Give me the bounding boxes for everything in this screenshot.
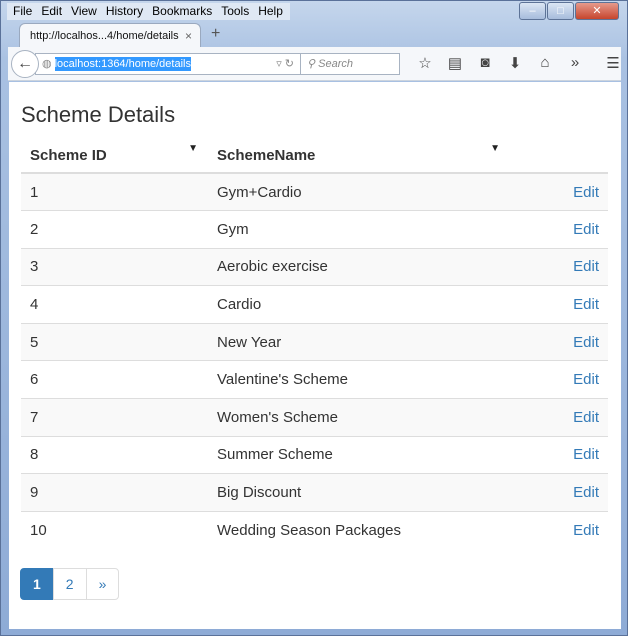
scheme-id-cell: 10 bbox=[21, 510, 208, 549]
hamburger-menu-icon[interactable]: ☰ bbox=[598, 54, 628, 72]
filter-icon[interactable]: ▼ bbox=[490, 143, 500, 154]
scheme-name-cell: Women's Scheme bbox=[208, 398, 548, 437]
edit-link[interactable]: Edit bbox=[548, 172, 608, 211]
column-header-scheme-name[interactable]: SchemeName ▼ bbox=[208, 134, 548, 174]
globe-icon: ◍ bbox=[42, 58, 52, 70]
menu-help[interactable]: Help bbox=[254, 3, 288, 20]
scheme-name-cell: Gym bbox=[208, 210, 548, 249]
browser-tab[interactable]: http://localhos...4/home/details × bbox=[19, 23, 201, 48]
edit-link[interactable]: Edit bbox=[548, 210, 608, 249]
maximize-button[interactable]: □ bbox=[547, 2, 574, 20]
edit-link[interactable]: Edit bbox=[548, 510, 608, 549]
edit-link[interactable]: Edit bbox=[548, 435, 608, 474]
table-row: 6 Valentine's Scheme Edit bbox=[21, 360, 608, 399]
edit-link[interactable]: Edit bbox=[548, 360, 608, 399]
scheme-name-cell: Summer Scheme bbox=[208, 435, 548, 474]
page-title: Scheme Details bbox=[21, 102, 176, 127]
reload-icon[interactable]: ▿ ↻ bbox=[276, 57, 294, 70]
pocket-icon[interactable]: ◙ bbox=[470, 54, 500, 72]
scheme-id-cell: 2 bbox=[21, 210, 208, 249]
nav-bar: ◍ localhost:1364/home/details ▿ ↻ ← ⚲ Sear… bbox=[8, 47, 621, 81]
table-row: 3 Aerobic exercise Edit bbox=[21, 247, 608, 286]
scheme-name-cell: Cardio bbox=[208, 285, 548, 324]
reading-list-icon[interactable]: ▤ bbox=[440, 54, 470, 72]
scheme-id-cell: 3 bbox=[21, 247, 208, 286]
page-1-button[interactable]: 1 bbox=[20, 568, 54, 600]
menu-tools[interactable]: Tools bbox=[217, 3, 254, 20]
column-label: SchemeName bbox=[217, 147, 316, 164]
scheme-id-cell: 5 bbox=[21, 322, 208, 361]
scheme-id-cell: 9 bbox=[21, 473, 208, 512]
scheme-name-cell: Big Discount bbox=[208, 473, 548, 512]
next-page-button[interactable]: » bbox=[85, 568, 120, 600]
scheme-id-cell: 8 bbox=[21, 435, 208, 474]
bookmark-star-icon[interactable]: ☆ bbox=[410, 54, 440, 72]
pagination: 1 2 » bbox=[20, 568, 120, 600]
column-header-actions bbox=[548, 134, 608, 174]
filter-icon[interactable]: ▼ bbox=[188, 143, 198, 154]
scheme-id-cell: 1 bbox=[21, 172, 208, 211]
edit-link[interactable]: Edit bbox=[548, 322, 608, 361]
menu-file[interactable]: File bbox=[9, 3, 37, 20]
new-tab-button[interactable]: + bbox=[211, 25, 220, 43]
back-button[interactable]: ← bbox=[11, 50, 39, 78]
table-row: 7 Women's Scheme Edit bbox=[21, 398, 608, 437]
scheme-name-cell: Gym+Cardio bbox=[208, 172, 548, 211]
menu-bookmarks[interactable]: Bookmarks bbox=[148, 3, 217, 20]
url-bar[interactable]: ◍ localhost:1364/home/details ▿ ↻ bbox=[35, 53, 301, 75]
overflow-icon[interactable]: » bbox=[560, 54, 590, 72]
table-row: 10 Wedding Season Packages Edit bbox=[21, 510, 608, 549]
home-icon[interactable]: ⌂ bbox=[530, 54, 560, 72]
table-row: 2 Gym Edit bbox=[21, 210, 608, 249]
scheme-id-cell: 4 bbox=[21, 285, 208, 324]
close-window-button[interactable]: ✕ bbox=[575, 2, 619, 20]
table-row: 4 Cardio Edit bbox=[21, 285, 608, 324]
edit-link[interactable]: Edit bbox=[548, 398, 608, 437]
browser-window: File Edit View History Bookmarks Tools H… bbox=[0, 0, 628, 636]
table-row: 5 New Year Edit bbox=[21, 322, 608, 361]
column-label: Scheme ID bbox=[30, 147, 107, 164]
table-row: 9 Big Discount Edit bbox=[21, 473, 608, 512]
scheme-name-cell: Wedding Season Packages bbox=[208, 510, 548, 549]
menu-bar: File Edit View History Bookmarks Tools H… bbox=[7, 3, 290, 20]
url-text[interactable]: localhost:1364/home/details bbox=[54, 57, 191, 71]
schemes-table: Scheme ID ▼ SchemeName ▼ 1 Gym+Cardio Edit 2 G… bbox=[21, 134, 608, 549]
scheme-id-cell: 6 bbox=[21, 360, 208, 399]
page-2-button[interactable]: 2 bbox=[52, 568, 87, 600]
edit-link[interactable]: Edit bbox=[548, 247, 608, 286]
tab-title: http://localhos...4/home/details bbox=[30, 30, 179, 42]
search-placeholder: Search bbox=[318, 58, 353, 70]
edit-link[interactable]: Edit bbox=[548, 285, 608, 324]
edit-link[interactable]: Edit bbox=[548, 473, 608, 512]
page-content: Scheme Details Scheme ID ▼ SchemeName ▼ 1G… bbox=[9, 82, 621, 629]
scheme-id-cell: 7 bbox=[21, 398, 208, 437]
table-row: 8 Summer Scheme Edit bbox=[21, 435, 608, 474]
menu-history[interactable]: History bbox=[102, 3, 148, 20]
scheme-name-cell: Valentine's Scheme bbox=[208, 360, 548, 399]
table-row: 1 Gym+Cardio Edit bbox=[21, 172, 608, 211]
minimize-button[interactable]: – bbox=[519, 2, 546, 20]
search-input[interactable]: ⚲ Search bbox=[300, 53, 400, 75]
close-tab-icon[interactable]: × bbox=[185, 29, 192, 43]
menu-edit[interactable]: Edit bbox=[37, 3, 67, 20]
column-header-scheme-id[interactable]: Scheme ID ▼ bbox=[21, 134, 208, 174]
menu-view[interactable]: View bbox=[67, 3, 102, 20]
download-icon[interactable]: ⬇ bbox=[500, 54, 530, 72]
scheme-name-cell: New Year bbox=[208, 322, 548, 361]
scheme-name-cell: Aerobic exercise bbox=[208, 247, 548, 286]
